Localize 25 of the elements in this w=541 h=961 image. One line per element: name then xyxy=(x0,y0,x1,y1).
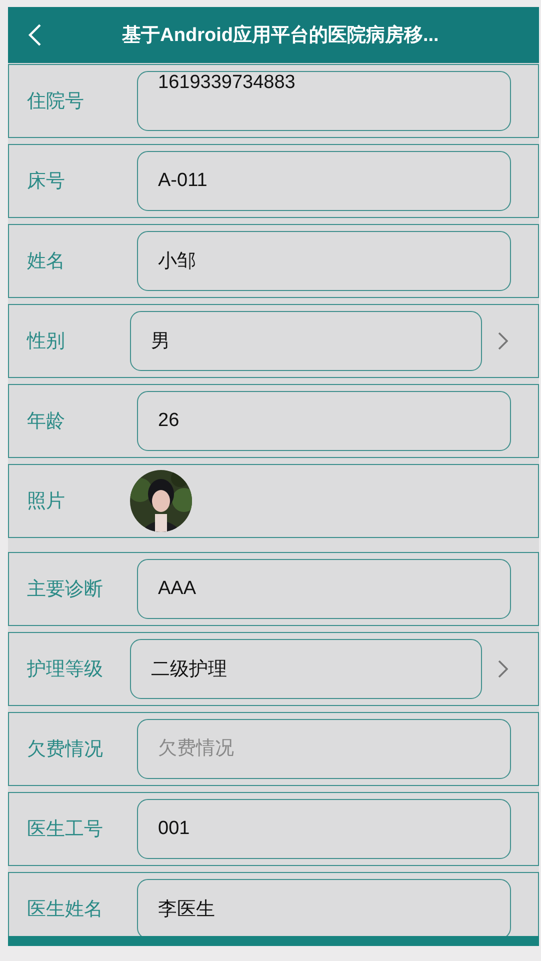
dropdown-field[interactable]: 男 xyxy=(130,311,482,371)
dropdown-field[interactable]: 二级护理 xyxy=(130,639,482,699)
field-label: 姓名 xyxy=(26,250,66,274)
field-label: 主要诊断 xyxy=(26,578,104,602)
field-label: 护理等级 xyxy=(26,658,104,682)
field-label: 年龄 xyxy=(26,410,66,434)
chevron-icon[interactable] xyxy=(498,332,508,350)
input-field[interactable]: 小邹 xyxy=(137,231,511,291)
input-field[interactable]: 欠费情况 xyxy=(137,719,511,779)
field-label: 性别 xyxy=(26,330,66,354)
field-label: 欠费情况 xyxy=(26,738,104,762)
field-label: 住院号 xyxy=(26,90,85,114)
field-label: 照片 xyxy=(26,490,66,514)
input-field[interactable]: 李医生 xyxy=(137,879,511,936)
field-label: 医生工号 xyxy=(26,818,104,842)
field-label: 医生姓名 xyxy=(26,898,104,922)
input-field[interactable]: A-011 xyxy=(137,151,511,211)
page-title: 基于Android应用平台的医院病房移... xyxy=(122,24,439,48)
field-label: 床号 xyxy=(26,170,66,194)
back-icon xyxy=(28,23,42,47)
input-field[interactable]: 26 xyxy=(137,391,511,451)
chevron-icon[interactable] xyxy=(498,660,508,678)
input-field[interactable]: 1619339734883 xyxy=(137,71,511,131)
input-field[interactable]: 001 xyxy=(137,799,511,859)
input-field[interactable]: AAA xyxy=(137,559,511,619)
